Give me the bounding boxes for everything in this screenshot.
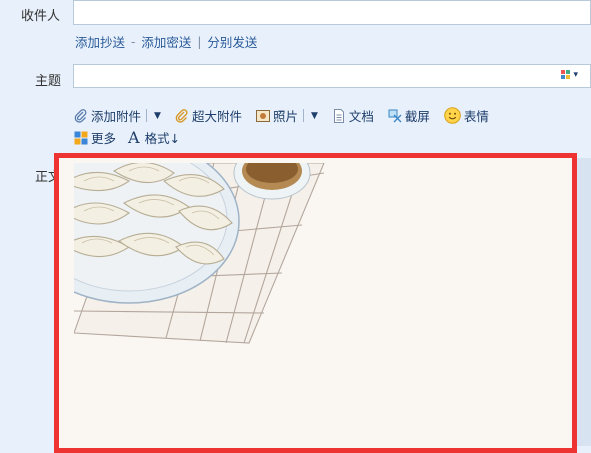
chevron-down-icon[interactable]: ▼ xyxy=(154,111,161,121)
scissors-icon xyxy=(388,109,402,122)
emoji-button[interactable]: 表情 xyxy=(444,106,489,125)
toolbar-row-1: 添加附件 ▼ 超大附件 照片 ▼ 文档 截屏 表情 xyxy=(74,106,489,125)
subject-label: 主题 xyxy=(35,74,62,89)
body-editor[interactable] xyxy=(74,163,568,448)
font-a-icon: A xyxy=(128,128,140,147)
recipient-label: 收件人 xyxy=(21,9,61,24)
body-editor-highlight xyxy=(54,153,577,453)
add-cc-link[interactable]: 添加抄送 xyxy=(75,32,125,51)
grid-icon xyxy=(561,70,571,79)
pipe-separator: | xyxy=(197,34,202,49)
apps-icon xyxy=(74,131,88,144)
format-button[interactable]: A 格式↓ xyxy=(128,128,180,147)
document-icon xyxy=(333,108,344,123)
divider xyxy=(302,109,304,122)
dumplings-stationery-image xyxy=(74,163,325,344)
more-label: 更多 xyxy=(91,131,117,146)
add-attachment-label: 添加附件 xyxy=(91,109,142,124)
subject-options-button[interactable]: ▾ xyxy=(561,70,578,80)
toolbar-row-2: 更多 A 格式↓ xyxy=(74,128,180,147)
editor-scrollbar[interactable] xyxy=(577,158,591,446)
photo-icon xyxy=(255,109,270,122)
recipient-input[interactable] xyxy=(73,0,591,25)
dash-separator: - xyxy=(131,34,136,49)
format-label: 格式↓ xyxy=(144,131,181,146)
screenshot-button[interactable]: 截屏 xyxy=(388,106,430,125)
recipient-links: 添加抄送 - 添加密送 | 分别发送 xyxy=(75,32,257,51)
subject-input[interactable]: ▾ xyxy=(73,64,591,88)
send-separately-link[interactable]: 分别发送 xyxy=(207,32,257,51)
large-attachment-label: 超大附件 xyxy=(191,109,242,124)
smiley-icon xyxy=(444,107,461,124)
large-attachment-button[interactable]: 超大附件 xyxy=(175,106,242,125)
chevron-down-icon: ▾ xyxy=(573,70,578,80)
chevron-down-icon[interactable]: ▼ xyxy=(311,111,318,121)
divider xyxy=(146,109,148,122)
photo-button[interactable]: 照片 ▼ xyxy=(255,106,318,125)
screenshot-label: 截屏 xyxy=(404,109,430,124)
compose-page: { "recipient": { "label": "收件人", "value"… xyxy=(0,0,591,453)
document-button[interactable]: 文档 xyxy=(332,106,374,125)
add-attachment-button[interactable]: 添加附件 ▼ xyxy=(74,106,161,125)
emoji-label: 表情 xyxy=(463,109,489,124)
photo-label: 照片 xyxy=(272,109,298,124)
paperclip-icon xyxy=(74,108,87,123)
document-label: 文档 xyxy=(348,109,374,124)
paperclip-icon xyxy=(175,108,188,123)
more-button[interactable]: 更多 xyxy=(74,128,116,147)
add-bcc-link[interactable]: 添加密送 xyxy=(141,32,191,51)
